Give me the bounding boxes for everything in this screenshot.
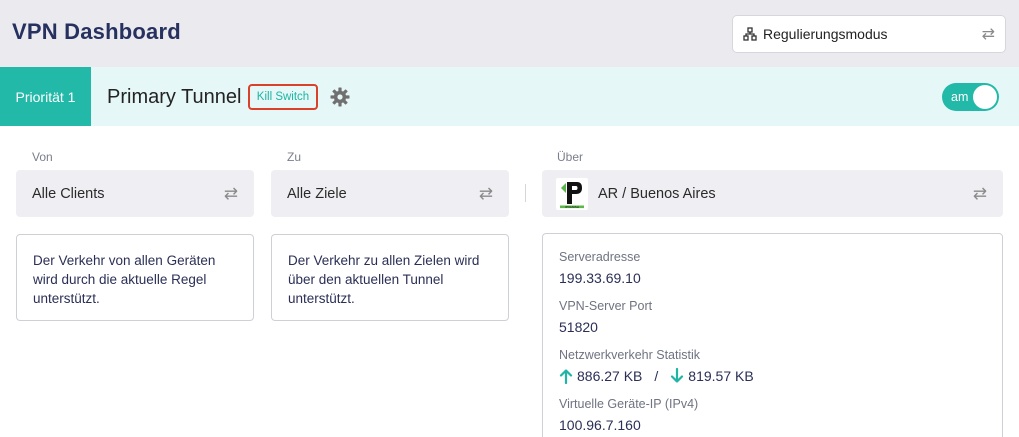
vpn-logo-text: IPVANISH (565, 205, 579, 209)
server-port-label: VPN-Server Port (559, 299, 653, 313)
download-value: 819.57 KB (688, 368, 754, 384)
to-description: Der Verkehr zu allen Zielen wird über de… (288, 253, 480, 306)
to-selector-value: Alle Ziele (287, 185, 347, 202)
swap-icon: ⇄ (223, 183, 238, 203)
server-info-card: Serveradresse 199.33.69.10 VPN-Server Po… (542, 233, 1003, 437)
divider (525, 184, 526, 202)
server-address-value: 199.33.69.10 (559, 270, 641, 286)
from-selector[interactable]: Alle Clients ⇄ (16, 170, 254, 217)
tunnel-name: Primary Tunnel (107, 86, 242, 108)
kill-switch-button[interactable]: Kill Switch (248, 84, 318, 110)
gear-icon[interactable] (330, 87, 350, 107)
traffic-stats: 886.27 KB / 819.57 KB (559, 368, 986, 384)
via-selector-value: AR / Buenos Aires (598, 185, 716, 202)
upload-value: 886.27 KB (577, 368, 643, 384)
via-label: Über (557, 150, 584, 164)
from-description-card: Der Verkehr von allen Geräten wird durch… (16, 234, 254, 321)
server-address-label: Serveradresse (559, 250, 641, 264)
vpn-provider-logo: IPVANISH (556, 177, 588, 210)
via-selector[interactable]: IPVANISH AR / Buenos Aires ⇄ (542, 170, 1003, 217)
from-description: Der Verkehr von allen Geräten wird durch… (33, 253, 216, 306)
swap-icon: ⇄ (981, 26, 995, 43)
network-icon (743, 27, 757, 41)
arrow-down-icon (671, 368, 684, 383)
from-label: Von (32, 150, 53, 164)
mode-select-label: Regulierungsmodus (763, 26, 888, 42)
traffic-stats-label: Netzwerkverkehr Statistik (559, 348, 701, 362)
to-selector[interactable]: Alle Ziele ⇄ (271, 170, 509, 217)
toggle-label: am (951, 90, 969, 104)
mode-select[interactable]: Regulierungsmodus ⇄ (732, 15, 1006, 53)
from-selector-value: Alle Clients (32, 185, 105, 202)
virtual-ip-value: 100.96.7.160 (559, 417, 641, 433)
virtual-ip-label: Virtuelle Geräte-IP (IPv4) (559, 397, 699, 411)
header: VPN Dashboard Regulierungsmodus ⇄ (0, 0, 1019, 67)
traffic-separator: / (654, 368, 659, 384)
to-label: Zu (287, 150, 302, 164)
to-description-card: Der Verkehr zu allen Zielen wird über de… (271, 234, 509, 321)
priority-tab[interactable]: Priorität 1 (0, 67, 91, 126)
tunnel-toggle[interactable]: am (942, 83, 999, 111)
swap-icon: ⇄ (478, 183, 493, 203)
toggle-knob (973, 85, 997, 109)
server-port-value: 51820 (559, 319, 598, 335)
swap-icon: ⇄ (972, 183, 987, 203)
app-title: VPN Dashboard (12, 19, 181, 44)
tunnel-bar: Priorität 1 Primary Tunnel Kill Switch a… (0, 67, 1019, 126)
arrow-up-icon (559, 369, 573, 384)
